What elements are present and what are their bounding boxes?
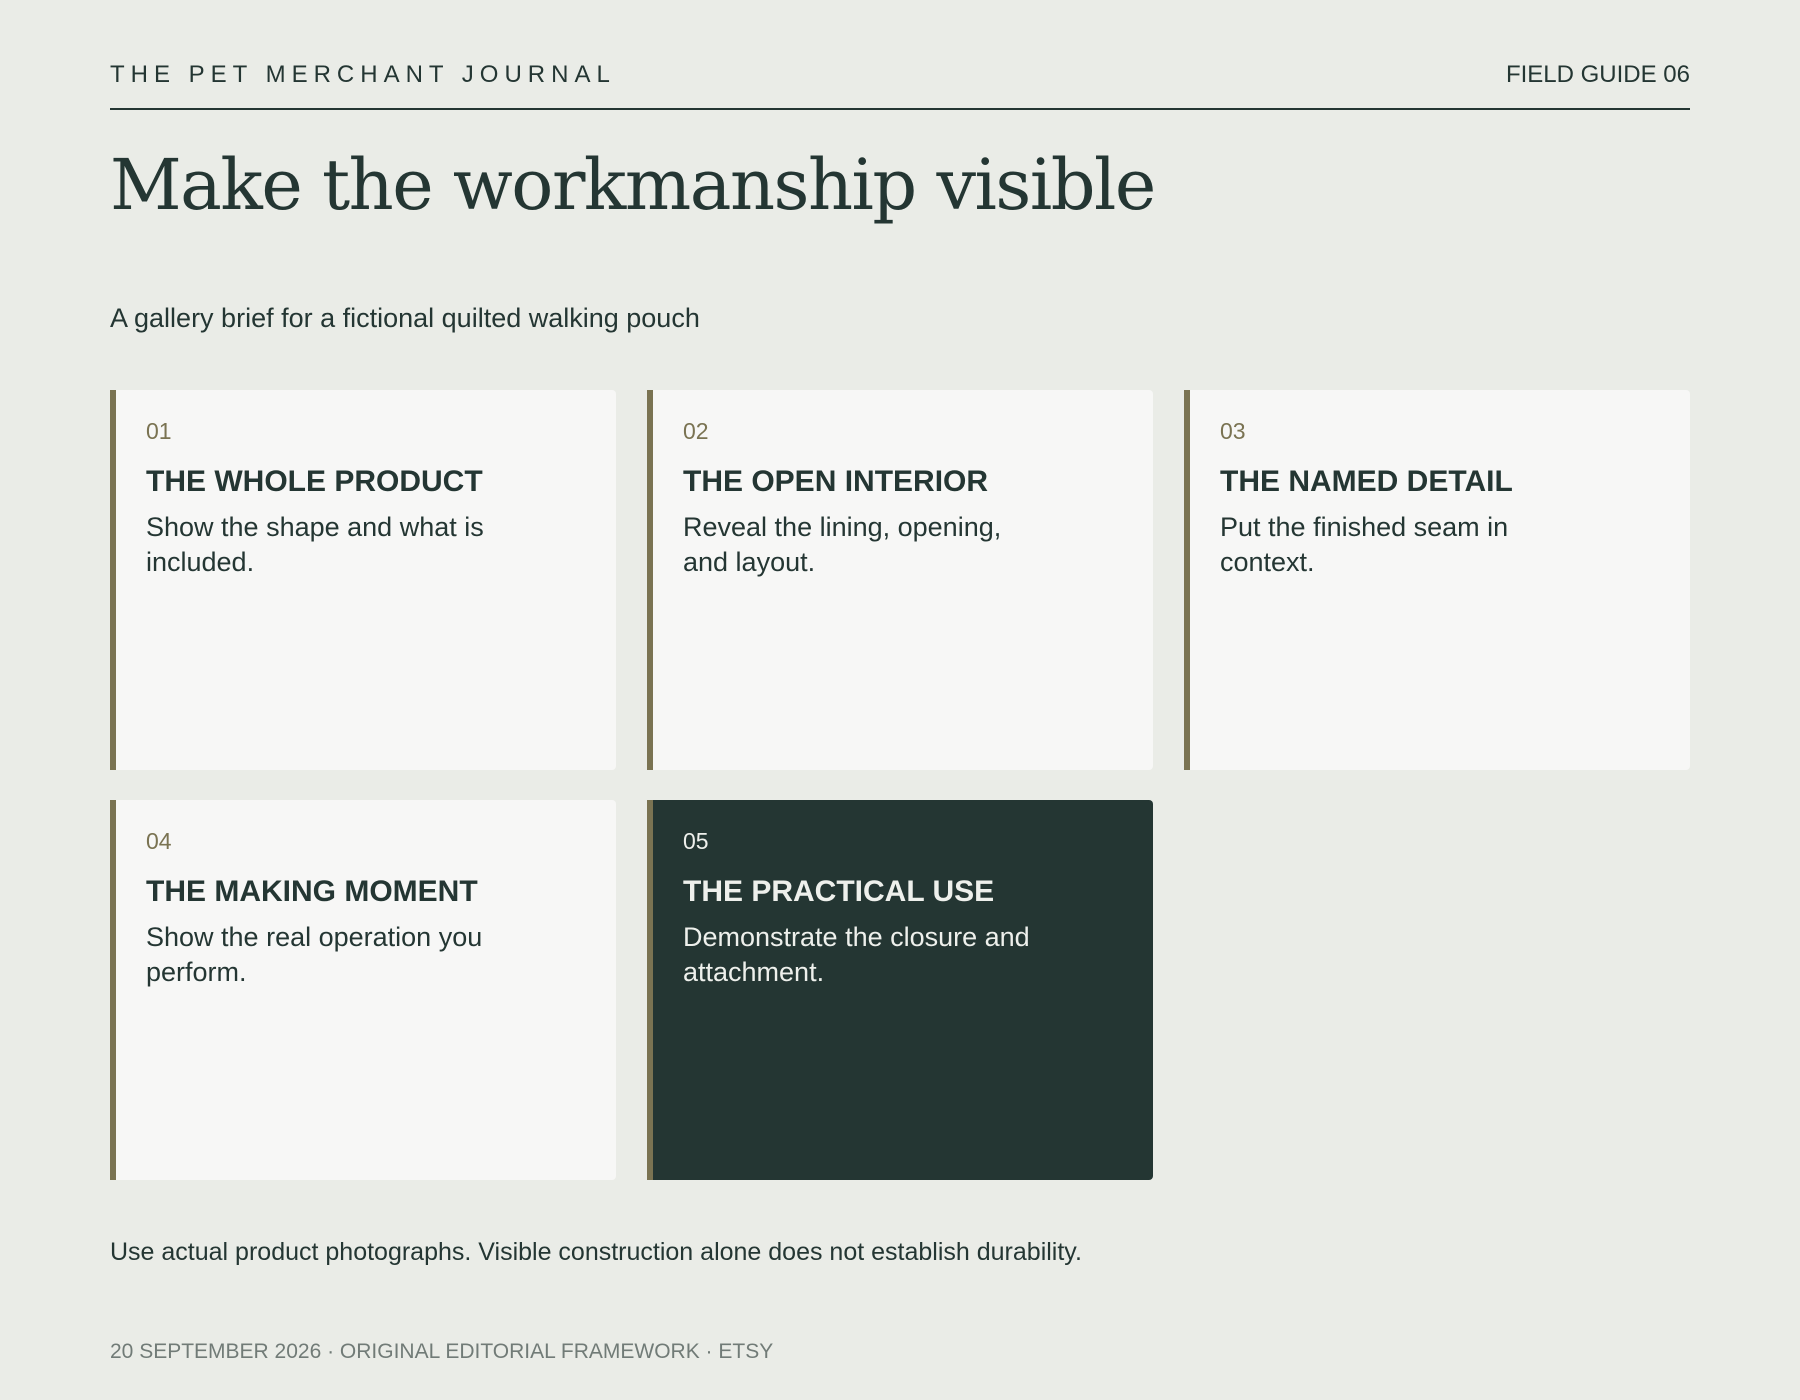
card-whole-product: 01 THE WHOLE PRODUCT Show the shape and …: [110, 390, 616, 770]
card-grid: 01 THE WHOLE PRODUCT Show the shape and …: [110, 390, 1690, 1180]
card-title: THE WHOLE PRODUCT: [146, 465, 483, 498]
card-making-moment: 04 THE MAKING MOMENT Show the real opera…: [110, 800, 616, 1180]
issue-label: FIELD GUIDE 06: [1505, 61, 1690, 88]
card-number: 05: [683, 828, 709, 854]
card-title: THE PRACTICAL USE: [683, 875, 995, 908]
card-open-interior: 02 THE OPEN INTERIOR Reveal the lining, …: [647, 390, 1153, 770]
card-description: Demonstrate the closure and attachment.: [683, 922, 1030, 987]
card-named-detail: 03 THE NAMED DETAIL Put the finished sea…: [1184, 390, 1690, 770]
page-title: Make the workmanship visible: [110, 144, 1156, 226]
masthead: THE PET MERCHANT JOURNAL FIELD GUIDE 06: [110, 58, 1690, 110]
card-number: 01: [146, 418, 172, 444]
card-description: Show the shape and what is included.: [146, 512, 484, 577]
card-description: Reveal the lining, opening, and layout.: [683, 512, 1002, 577]
subtitle: A gallery brief for a fictional quilted …: [110, 303, 700, 333]
card-number: 04: [146, 828, 172, 854]
footnote: Use actual product photographs. Visible …: [110, 1238, 1082, 1266]
card-number: 02: [683, 418, 709, 444]
card-description: Put the finished seam in context.: [1220, 512, 1509, 577]
card-title: THE MAKING MOMENT: [146, 875, 478, 908]
card-description: Show the real operation you perform.: [146, 922, 483, 987]
colophon: 20 SEPTEMBER 2026 · ORIGINAL EDITORIAL F…: [110, 1340, 774, 1363]
card-title: THE NAMED DETAIL: [1220, 465, 1513, 498]
journal-name: THE PET MERCHANT JOURNAL: [110, 61, 616, 88]
card-number: 03: [1220, 418, 1246, 444]
card-practical-use: 05 THE PRACTICAL USE Demonstrate the clo…: [647, 800, 1153, 1180]
card-title: THE OPEN INTERIOR: [683, 465, 989, 498]
page: THE PET MERCHANT JOURNAL FIELD GUIDE 06 …: [110, 0, 1690, 1400]
